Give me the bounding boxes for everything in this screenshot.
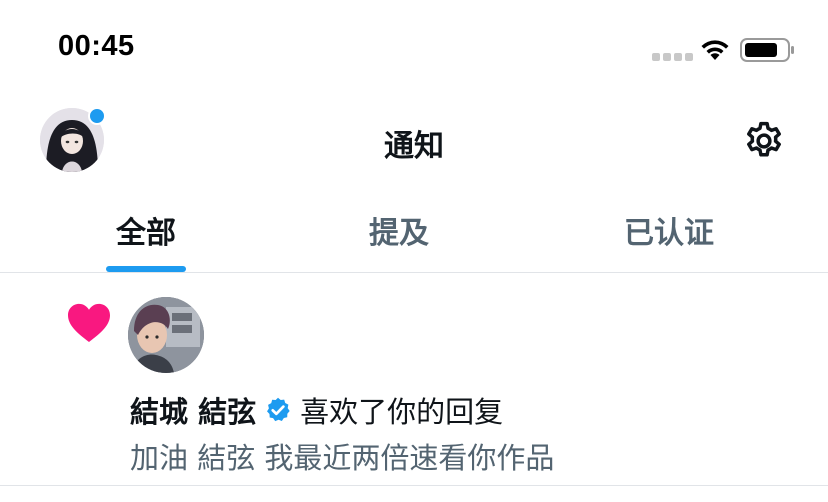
- wifi-icon: [701, 40, 729, 60]
- tab-mentions-label: 提及: [369, 216, 429, 251]
- status-bar: 00:45: [0, 0, 828, 96]
- notification-username[interactable]: 結城 結弦: [130, 389, 256, 431]
- battery-icon: [740, 38, 794, 62]
- cellular-signal-icon: [652, 53, 693, 61]
- tab-all[interactable]: 全部: [8, 190, 284, 272]
- verified-badge-icon: [267, 397, 290, 422]
- gear-icon[interactable]: [742, 119, 786, 163]
- page-title: 通知: [384, 129, 444, 164]
- notification-text: 結城 結弦 喜欢了你的回复: [130, 389, 503, 431]
- active-tab-indicator: [106, 266, 186, 272]
- tab-all-label: 全部: [116, 216, 176, 251]
- heart-icon: [68, 303, 110, 343]
- header: 通知: [0, 96, 828, 186]
- tab-verified-label: 已认证: [624, 216, 714, 251]
- notification-action: 喜欢了你的回复: [300, 395, 504, 429]
- tab-bar: 全部 提及 已认证: [0, 190, 828, 273]
- notification-preview: 加油 結弦 我最近两倍速看你作品: [130, 441, 555, 475]
- status-time: 00:45: [58, 30, 135, 62]
- notification-item[interactable]: 結城 結弦 喜欢了你的回复 加油 結弦 我最近两倍速看你作品: [0, 273, 828, 486]
- user-avatar[interactable]: [128, 297, 204, 373]
- tab-verified[interactable]: 已认证: [531, 190, 807, 272]
- tab-mentions[interactable]: 提及: [261, 190, 537, 272]
